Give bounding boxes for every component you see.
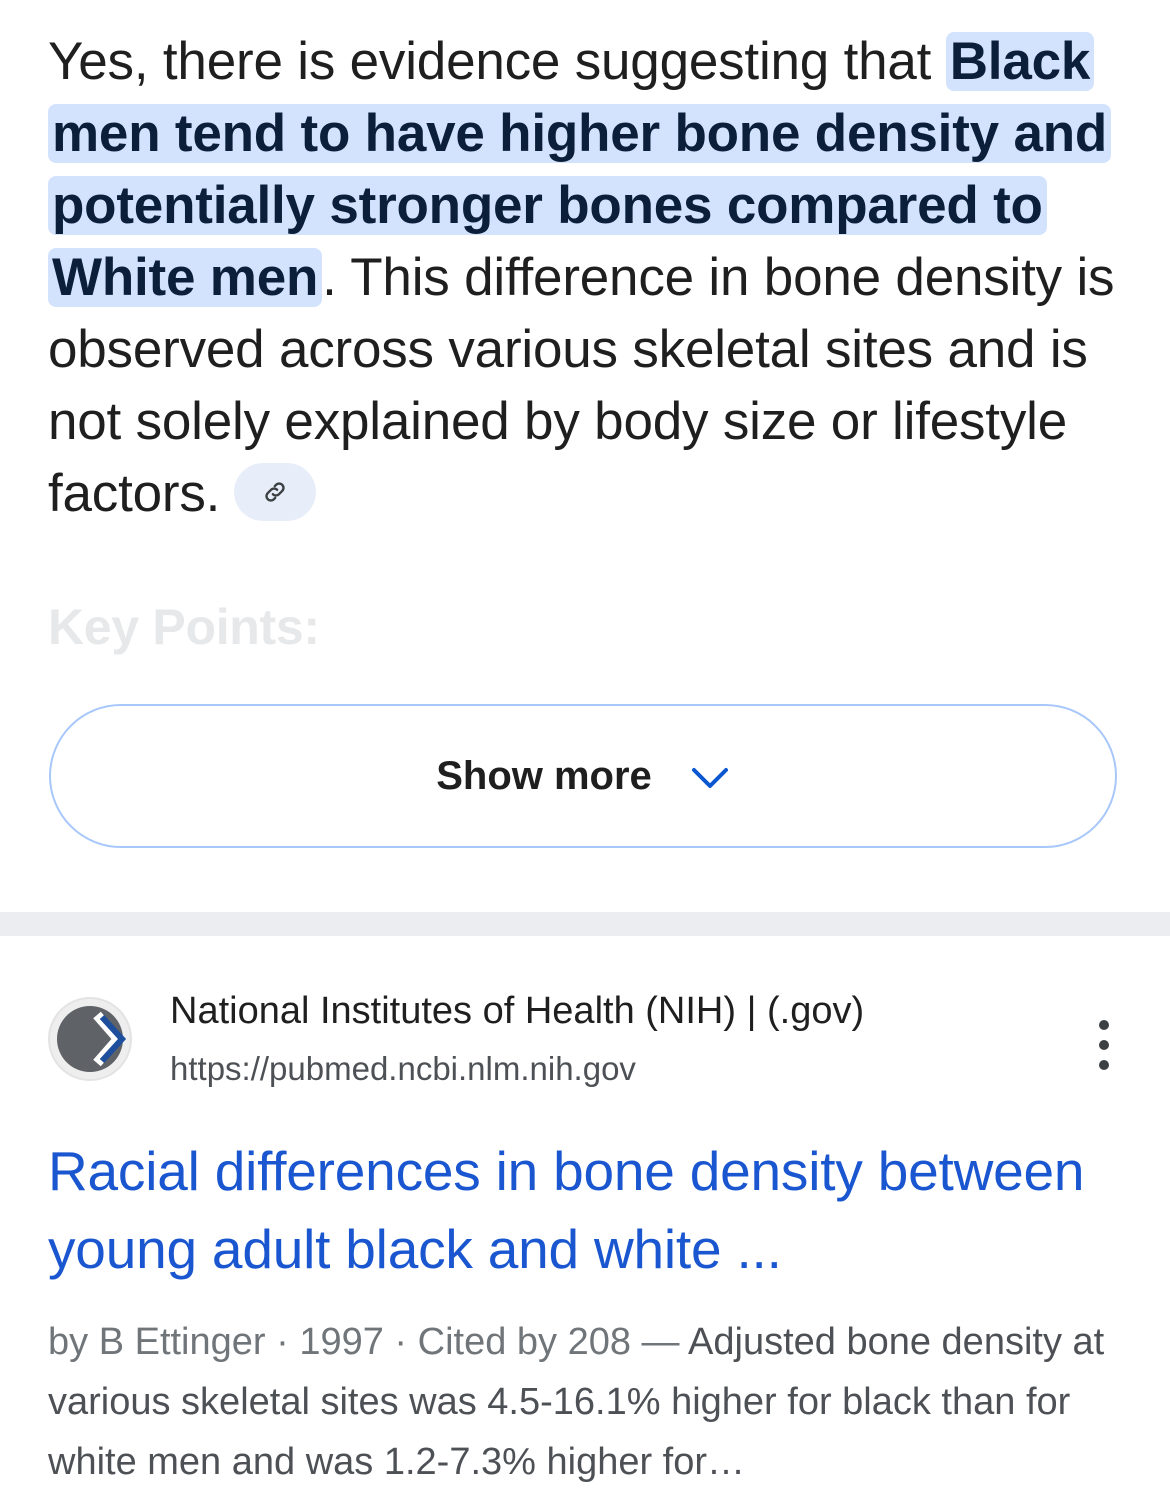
answer-intro: Yes, there is evidence suggesting that <box>48 32 946 91</box>
snippet-meta: by B Ettinger · 1997 · Cited by 208 — <box>48 1321 689 1363</box>
section-divider <box>0 912 1170 936</box>
more-vert-icon[interactable] <box>1086 1020 1122 1070</box>
menu-dot <box>1099 1060 1109 1070</box>
show-more-label: Show more <box>436 753 652 798</box>
show-more-button[interactable]: Show more <box>49 704 1117 848</box>
nih-logo-icon[interactable] <box>48 997 132 1081</box>
menu-dot <box>1099 1040 1109 1050</box>
chevron-down-icon <box>690 765 730 791</box>
key-points-heading: Key Points: <box>48 599 320 655</box>
result-site-name[interactable]: National Institutes of Health (NIH) | (.… <box>170 990 864 1033</box>
menu-dot <box>1099 1020 1109 1030</box>
result-snippet: by B Ettinger · 1997 · Cited by 208 — Ad… <box>48 1312 1138 1492</box>
ai-overview-answer: Yes, there is evidence suggesting that B… <box>48 26 1138 530</box>
source-link-chip[interactable] <box>234 463 317 521</box>
link-icon <box>265 482 285 502</box>
result-url[interactable]: https://pubmed.ncbi.nlm.nih.gov <box>170 1050 636 1088</box>
result-title-link[interactable]: Racial differences in bone density betwe… <box>48 1132 1128 1288</box>
